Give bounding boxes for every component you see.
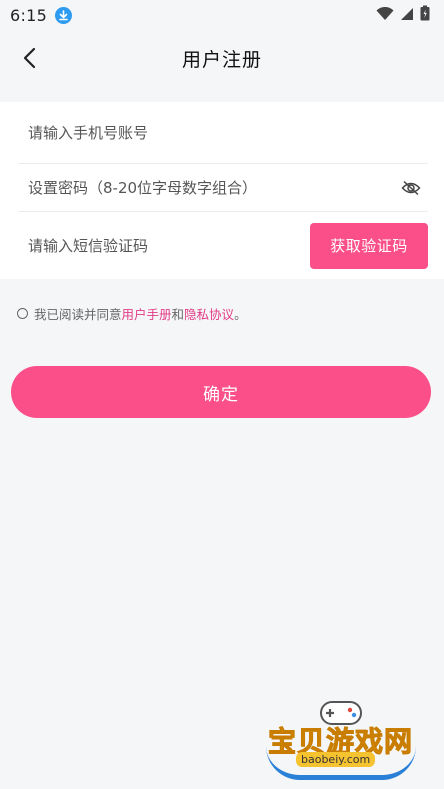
- status-bar: 6:15: [0, 0, 444, 30]
- password-row: [18, 164, 428, 212]
- privacy-link[interactable]: 隐私协议: [184, 304, 234, 323]
- agreement-and: 和: [171, 307, 185, 322]
- register-form: 获取验证码: [0, 102, 444, 279]
- status-right: [376, 5, 430, 25]
- page-title: 用户注册: [181, 48, 262, 71]
- watermark-url: baobeiy.com: [296, 752, 376, 767]
- agree-radio[interactable]: [17, 308, 28, 319]
- nav-bar: 用户注册: [0, 30, 444, 86]
- status-left: 6:15: [10, 5, 73, 25]
- get-code-button[interactable]: 获取验证码: [310, 222, 428, 269]
- password-input[interactable]: [18, 164, 398, 211]
- download-icon: [55, 6, 73, 24]
- watermark-logo: 宝贝游戏网 baobeiy.com: [266, 696, 416, 782]
- user-manual-link[interactable]: 用户手册: [122, 304, 172, 323]
- chevron-left-icon: [23, 47, 36, 69]
- battery-icon: [420, 5, 430, 25]
- agreement-prefix: 我已阅读并同意: [34, 307, 122, 322]
- confirm-button[interactable]: 确定: [11, 366, 431, 418]
- phone-input[interactable]: [18, 102, 428, 163]
- signal-icon: [400, 6, 414, 25]
- back-button[interactable]: [14, 42, 46, 74]
- agreement-suffix: 。: [234, 307, 247, 322]
- wifi-icon: [376, 6, 394, 25]
- agreement-row: 我已阅读并同意 用户手册 和 隐私协议 。: [17, 304, 247, 323]
- status-time: 6:15: [10, 5, 48, 25]
- phone-row: [18, 102, 428, 164]
- sms-code-row: 获取验证码: [18, 212, 428, 279]
- eye-off-icon[interactable]: [398, 175, 424, 201]
- sms-code-input[interactable]: [18, 212, 310, 279]
